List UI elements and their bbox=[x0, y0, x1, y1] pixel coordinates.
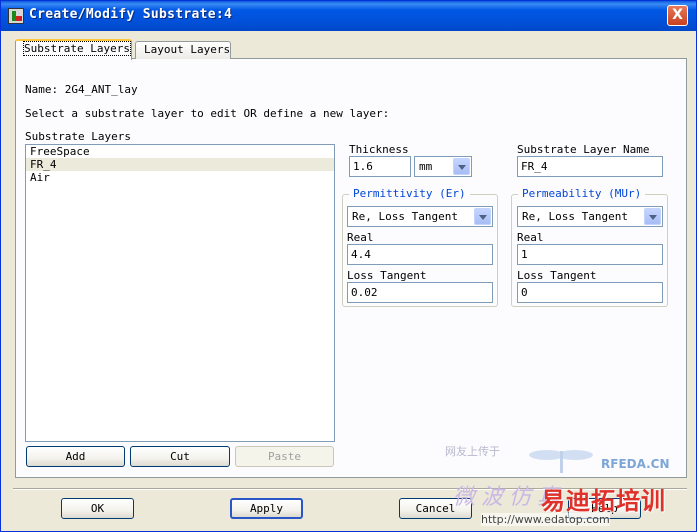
thickness-input[interactable]: 1.6 bbox=[349, 156, 411, 177]
permittivity-mode-value: Re, Loss Tangent bbox=[352, 210, 458, 223]
permeability-mode-value: Re, Loss Tangent bbox=[522, 210, 628, 223]
layer-name-input[interactable]: FR_4 bbox=[517, 156, 663, 177]
permittivity-loss-label: Loss Tangent bbox=[347, 269, 427, 282]
list-item[interactable]: FR_4 bbox=[26, 158, 334, 171]
watermark-url: http://www.edatop.com bbox=[481, 513, 610, 526]
dialog-window: Create/Modify Substrate:4 X Substrate La… bbox=[0, 0, 697, 532]
permeability-loss-label: Loss Tangent bbox=[517, 269, 597, 282]
permittivity-legend: Permittivity (Er) bbox=[349, 187, 470, 200]
unit-value: mm bbox=[419, 160, 433, 173]
chevron-down-icon[interactable] bbox=[474, 208, 491, 225]
permittivity-real-label: Real bbox=[347, 231, 374, 244]
name-line: Name: 2G4_ANT_lay bbox=[25, 83, 138, 96]
instruction-text: Select a substrate layer to edit OR defi… bbox=[25, 107, 390, 120]
thickness-unit-select[interactable]: mm bbox=[414, 156, 472, 177]
tab-substrate-layers[interactable]: Substrate Layers bbox=[15, 39, 132, 60]
dragonfly-icon bbox=[529, 450, 593, 473]
chevron-down-icon[interactable] bbox=[644, 208, 661, 225]
substrate-layers-list[interactable]: FreeSpace FR_4 Air bbox=[25, 144, 335, 442]
chevron-down-icon[interactable] bbox=[453, 158, 470, 175]
watermark-brand: RFEDA.CN bbox=[601, 457, 670, 471]
permittivity-real-input[interactable]: 4.4 bbox=[347, 244, 493, 265]
title-bar[interactable]: Create/Modify Substrate:4 X bbox=[1, 1, 696, 31]
watermark-overlay: 网友上传于 RFEDA.CN 微波仿真 易迪拓培训 http://www.eda… bbox=[431, 441, 697, 532]
permeability-real-input[interactable]: 1 bbox=[517, 244, 663, 265]
cut-button[interactable]: Cut bbox=[130, 446, 230, 467]
apply-button[interactable]: Apply bbox=[230, 498, 303, 519]
app-icon bbox=[8, 8, 24, 24]
permittivity-loss-input[interactable]: 0.02 bbox=[347, 282, 493, 303]
permittivity-mode-select[interactable]: Re, Loss Tangent bbox=[347, 206, 493, 227]
close-button[interactable]: X bbox=[667, 5, 688, 26]
ok-button[interactable]: OK bbox=[61, 498, 134, 519]
window-title: Create/Modify Substrate:4 bbox=[29, 7, 233, 22]
tab-layout-layers[interactable]: Layout Layers bbox=[135, 41, 231, 59]
permeability-mode-select[interactable]: Re, Loss Tangent bbox=[517, 206, 663, 227]
layer-name-label: Substrate Layer Name bbox=[517, 143, 650, 156]
watermark-logo-text: 易迪拓培训 bbox=[541, 487, 666, 515]
permeability-legend: Permeability (MUr) bbox=[518, 187, 646, 200]
thickness-label: Thickness bbox=[349, 143, 409, 156]
watermark-upload-text: 网友上传于 bbox=[445, 445, 500, 458]
paste-button[interactable]: Paste bbox=[235, 446, 334, 467]
add-button[interactable]: Add bbox=[26, 446, 125, 467]
permeability-loss-input[interactable]: 0 bbox=[517, 282, 663, 303]
list-item[interactable]: Air bbox=[26, 171, 334, 184]
permeability-real-label: Real bbox=[517, 231, 544, 244]
layers-heading: Substrate Layers bbox=[25, 130, 131, 143]
list-item[interactable]: FreeSpace bbox=[26, 145, 334, 158]
